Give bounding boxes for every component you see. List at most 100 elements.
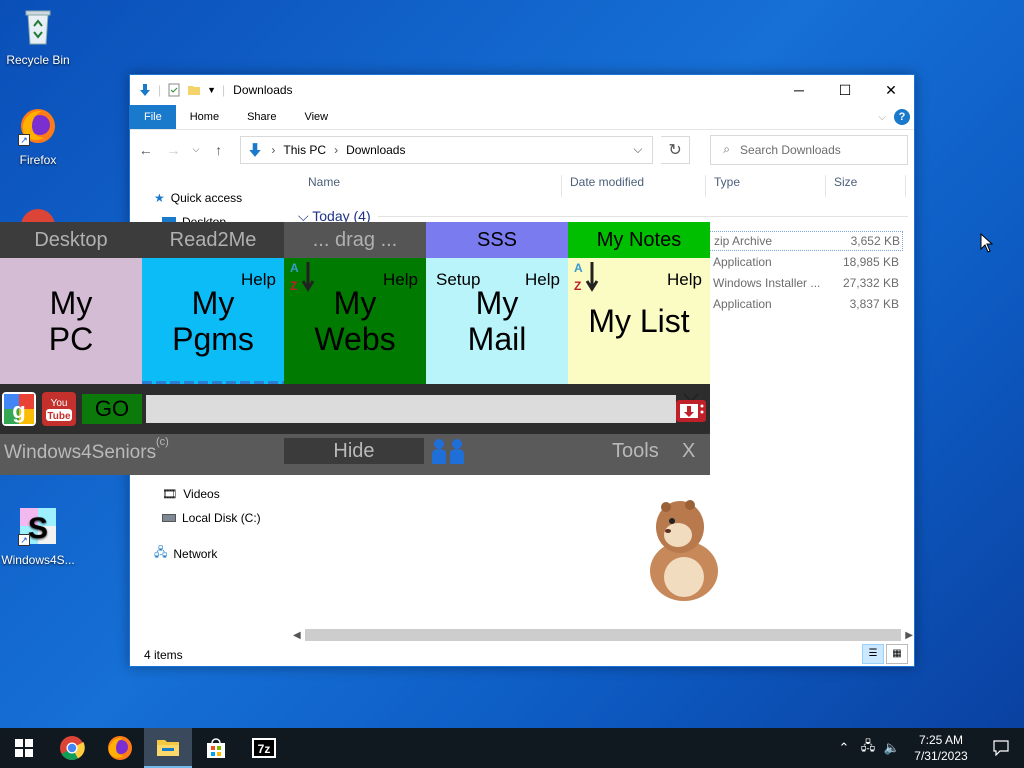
recent-locations-icon[interactable]: ⌵ bbox=[191, 144, 201, 155]
tv-download-icon[interactable] bbox=[674, 392, 708, 424]
tile-my-list[interactable]: AZ Help My List bbox=[568, 258, 710, 384]
taskbar-firefox[interactable] bbox=[96, 728, 144, 768]
file-row[interactable]: Application 18,985 KB bbox=[709, 252, 903, 272]
tab-desktop[interactable]: Desktop bbox=[0, 222, 142, 258]
search-box[interactable]: ⌕ Search Downloads bbox=[710, 134, 908, 165]
file-size: 3,837 KB bbox=[849, 297, 899, 311]
ribbon-tabs: File Home Share View ⌵ ? bbox=[130, 105, 914, 129]
tile-my-mail[interactable]: Setup Help My Mail bbox=[426, 258, 568, 384]
drag-handle[interactable]: ... drag ... bbox=[284, 222, 426, 258]
tab-file[interactable]: File bbox=[130, 105, 176, 129]
svg-text:Z: Z bbox=[574, 279, 581, 293]
address-dropdown-icon[interactable]: ⌵ bbox=[624, 142, 652, 157]
clock[interactable]: 7:25 AM 7/31/2023 bbox=[904, 732, 978, 764]
desktop-icon-label: Windows4S... bbox=[1, 553, 75, 567]
sort-az-icon[interactable]: AZ bbox=[572, 260, 600, 294]
help-link[interactable]: Help bbox=[525, 262, 560, 298]
taskbar-7zip[interactable]: 7z bbox=[240, 728, 288, 768]
desktop-icon-label: Firefox bbox=[19, 153, 57, 167]
svg-text:A: A bbox=[574, 261, 583, 275]
help-icon[interactable]: ? bbox=[894, 109, 910, 125]
properties-icon[interactable] bbox=[167, 83, 181, 97]
close-button[interactable]: ✕ bbox=[868, 75, 914, 105]
youtube-icon[interactable]: You Tube bbox=[42, 392, 76, 426]
tab-my-notes[interactable]: My Notes bbox=[568, 222, 710, 258]
tile-my-webs[interactable]: AZ Help My Webs bbox=[284, 258, 426, 384]
breadcrumb-this-pc[interactable]: This PC bbox=[283, 143, 326, 157]
taskbar-chrome[interactable] bbox=[48, 728, 96, 768]
scrollbar-thumb[interactable] bbox=[304, 629, 902, 641]
sort-az-icon[interactable]: AZ bbox=[288, 260, 316, 294]
hide-button[interactable]: Hide bbox=[284, 438, 424, 464]
column-date-modified[interactable]: Date modified bbox=[562, 175, 706, 197]
back-arrow-icon[interactable]: ← bbox=[136, 142, 156, 158]
address-bar[interactable]: › This PC › Downloads ⌵ bbox=[240, 135, 653, 164]
tools-button[interactable]: Tools bbox=[612, 440, 659, 463]
hamster-image bbox=[650, 500, 718, 601]
file-type: Application bbox=[713, 255, 772, 269]
file-row[interactable]: zip Archive 3,652 KB bbox=[709, 231, 903, 251]
status-bar-item-count: 4 items bbox=[144, 648, 183, 662]
tile-my-pgms[interactable]: Help My Pgms bbox=[142, 258, 284, 384]
show-hidden-icons-icon[interactable]: ⌃ bbox=[832, 740, 856, 756]
help-link[interactable]: Help bbox=[667, 262, 702, 298]
copyright-mark: (c) bbox=[156, 436, 169, 448]
tab-sss[interactable]: SSS bbox=[426, 222, 568, 258]
desktop-icon-recycle-bin[interactable]: Recycle Bin bbox=[0, 6, 76, 67]
nav-quick-access[interactable]: ★ Quick access bbox=[154, 191, 242, 205]
scroll-right-icon[interactable]: ▶ bbox=[905, 630, 913, 641]
details-view-icon[interactable]: ☰ bbox=[862, 644, 884, 664]
horizontal-scrollbar[interactable]: ◀ ▶ bbox=[293, 628, 913, 642]
videos-icon: 🎞 bbox=[162, 487, 178, 501]
column-size[interactable]: Size bbox=[826, 175, 906, 197]
large-icons-view-icon[interactable]: ▦ bbox=[886, 644, 908, 664]
expand-ribbon-icon[interactable]: ⌵ bbox=[878, 112, 886, 123]
tab-home[interactable]: Home bbox=[176, 105, 233, 129]
maximize-button[interactable]: ☐ bbox=[822, 75, 868, 105]
nav-local-disk[interactable]: Local Disk (C:) bbox=[162, 511, 261, 525]
desktop-icon-windows4seniors[interactable]: S ↗ Windows4S... bbox=[0, 506, 76, 567]
help-link[interactable]: Help bbox=[241, 262, 276, 298]
google-search-icon[interactable]: g bbox=[2, 392, 36, 426]
new-folder-icon[interactable] bbox=[187, 83, 201, 97]
desktop-icon-firefox[interactable]: ↗ Firefox bbox=[0, 106, 76, 167]
tab-share[interactable]: Share bbox=[233, 105, 290, 129]
users-icon[interactable] bbox=[428, 438, 468, 466]
setup-link[interactable]: Setup bbox=[436, 262, 480, 298]
notification-icon bbox=[993, 740, 1009, 756]
launcher-search-input[interactable] bbox=[146, 395, 676, 423]
qat-dropdown-icon[interactable]: ▼ bbox=[207, 85, 216, 95]
launcher-top-tabs: Desktop Read2Me ... drag ... SSS My Note… bbox=[0, 222, 710, 258]
go-button[interactable]: GO bbox=[82, 394, 142, 424]
desktop-icon-chrome-partial[interactable] bbox=[0, 206, 76, 222]
column-name[interactable]: Name bbox=[300, 175, 562, 197]
launcher-close-button[interactable]: X bbox=[682, 440, 695, 463]
nav-videos[interactable]: 🎞 Videos bbox=[162, 487, 220, 501]
breadcrumb-downloads[interactable]: Downloads bbox=[346, 143, 405, 157]
file-row[interactable]: Windows Installer ... 27,332 KB bbox=[709, 273, 903, 293]
tab-view[interactable]: View bbox=[290, 105, 342, 129]
nav-label: Network bbox=[173, 546, 218, 561]
minimize-button[interactable]: ─ bbox=[776, 75, 822, 105]
forward-arrow-icon[interactable]: → bbox=[164, 142, 184, 158]
start-button[interactable] bbox=[0, 728, 48, 768]
scroll-left-icon[interactable]: ◀ bbox=[293, 630, 301, 641]
nav-network[interactable]: 🖧 Network bbox=[154, 543, 217, 564]
svg-text:g: g bbox=[12, 398, 25, 423]
network-status-icon[interactable]: 🖧 bbox=[856, 737, 880, 759]
column-type[interactable]: Type bbox=[706, 175, 826, 197]
tab-read2me[interactable]: Read2Me bbox=[142, 222, 284, 258]
tile-my-pc[interactable]: My PC bbox=[0, 258, 142, 384]
file-row[interactable]: Application 3,837 KB bbox=[709, 294, 903, 314]
help-link[interactable]: Help bbox=[383, 262, 418, 298]
taskbar-store[interactable] bbox=[192, 728, 240, 768]
refresh-button[interactable]: ↻ bbox=[660, 135, 691, 164]
taskbar-file-explorer[interactable] bbox=[144, 728, 192, 768]
clock-time: 7:25 AM bbox=[918, 733, 964, 747]
up-arrow-icon[interactable]: ↑ bbox=[209, 142, 229, 158]
tile-label-line2: Webs bbox=[314, 321, 396, 357]
volume-icon[interactable]: 🔈 bbox=[880, 740, 904, 756]
nav-label: Videos bbox=[183, 487, 220, 501]
notification-center-button[interactable] bbox=[978, 728, 1024, 768]
tile-label-line1: My bbox=[49, 285, 93, 321]
